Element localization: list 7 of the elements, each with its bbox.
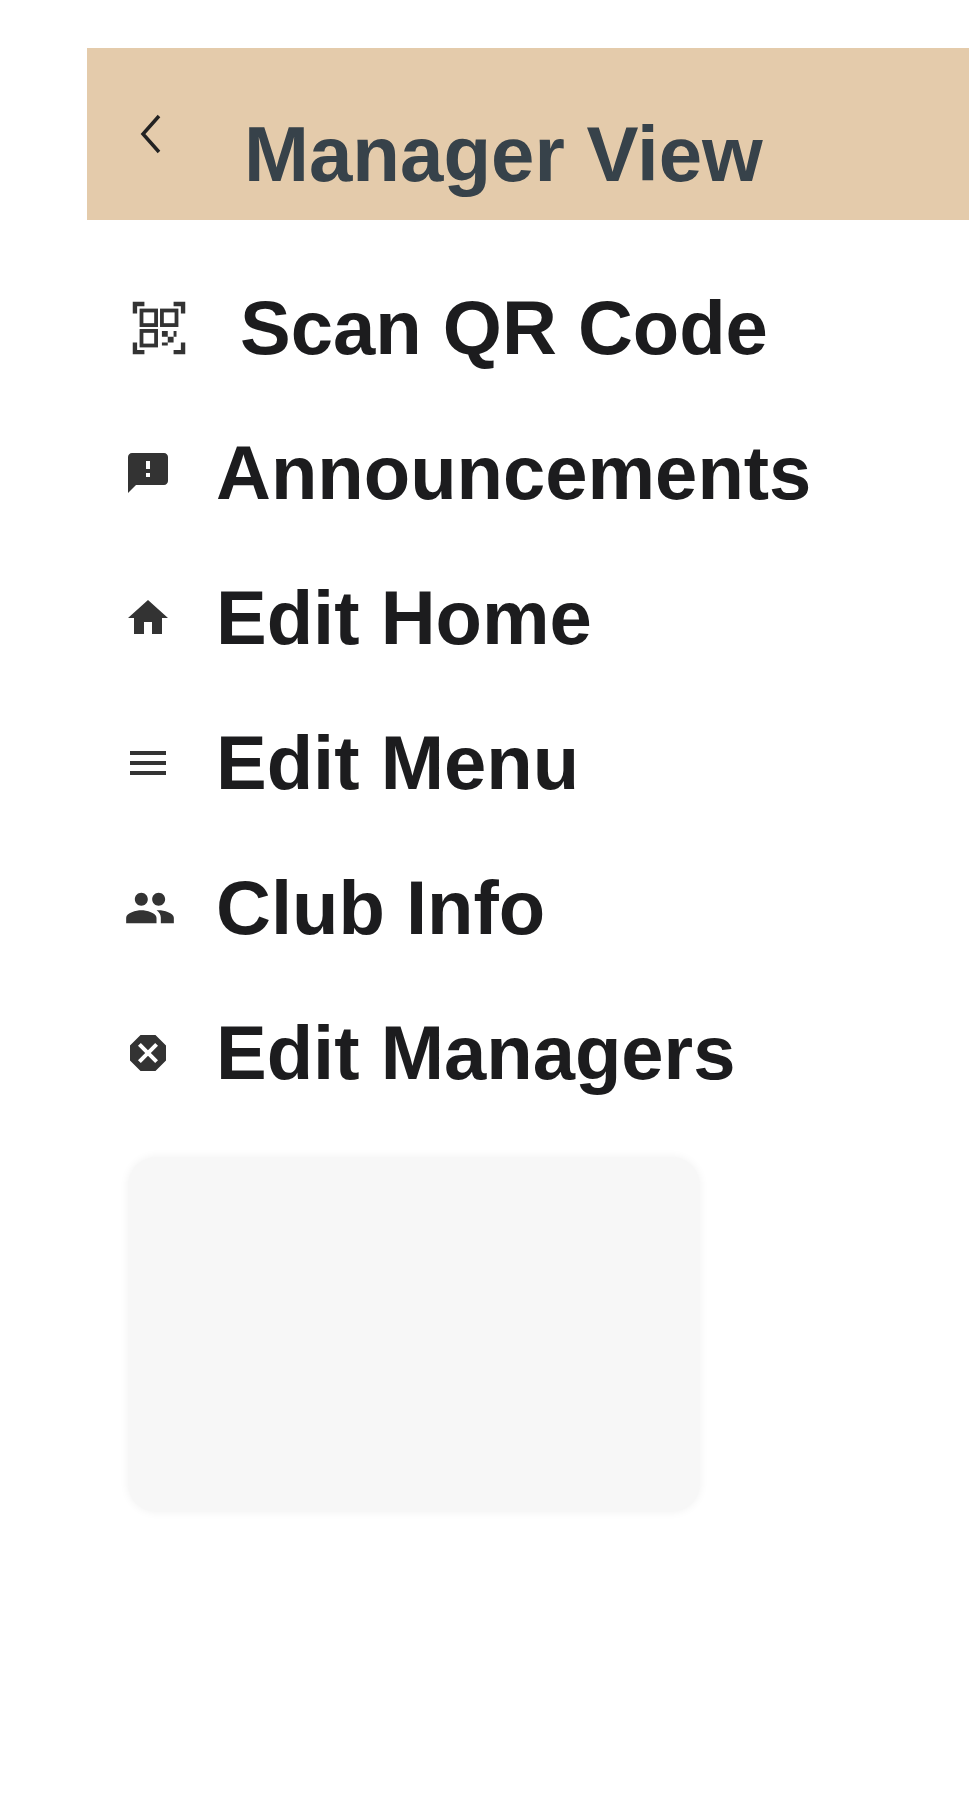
menu-item[interactable]: Club Info: [124, 864, 969, 952]
menu-item[interactable]: Edit Menu: [124, 719, 969, 807]
page-title: Manager View: [244, 108, 763, 200]
menu-item[interactable]: Scan QR Code: [124, 284, 969, 372]
menu-item[interactable]: Edit Managers: [124, 1009, 969, 1097]
menu-item[interactable]: Edit Home: [124, 574, 969, 662]
menu-item[interactable]: Announcements: [124, 429, 969, 517]
